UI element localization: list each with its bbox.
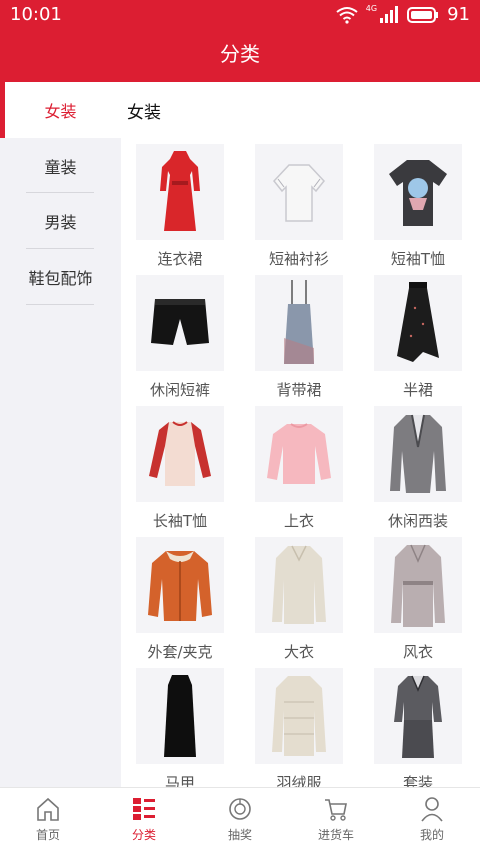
tab-label: 首页 (35, 828, 60, 842)
header: 10:01 4G 91 分类 (0, 0, 480, 82)
category-item-dress[interactable]: 连衣裙 (136, 144, 224, 268)
signal-icon (380, 5, 399, 23)
category-item-label: 短袖T恤 (390, 250, 446, 268)
category-item-suit[interactable]: 套装 (374, 668, 462, 787)
category-item-top[interactable]: 上衣 (255, 406, 343, 530)
status-icons: 4G 91 (336, 4, 470, 25)
category-item-vest[interactable]: 马甲 (136, 668, 224, 787)
category-item-label: 套装 (402, 774, 433, 787)
category-sidebar: 女装 童装 男装 鞋包配饰 (0, 82, 121, 787)
category-item-coat[interactable]: 大衣 (255, 537, 343, 661)
tab-label: 我的 (419, 828, 444, 842)
page-title: 分类 (220, 42, 260, 66)
down-jacket-icon (255, 668, 343, 764)
sidebar-divider (26, 304, 94, 305)
graphic-tshirt-icon (374, 144, 462, 240)
category-item-label: 上衣 (283, 512, 314, 530)
cart-icon (325, 799, 347, 821)
vest-icon (136, 668, 224, 764)
strap-dress-icon (255, 275, 343, 371)
skirt-icon (374, 275, 462, 371)
profile-icon (421, 797, 443, 822)
sidebar-item-label: 鞋包配饰 (28, 269, 93, 288)
status-bar: 10:01 4G 91 (0, 0, 480, 30)
network-label: 4G (365, 4, 378, 13)
category-item-skirt[interactable]: 半裙 (374, 275, 462, 399)
category-item-label: 长袖T恤 (152, 512, 208, 530)
trench-coat-icon (374, 537, 462, 633)
tab-cart[interactable]: 进货车 (288, 788, 384, 853)
battery-level: 91 (447, 4, 470, 25)
sidebar-item-label: 童装 (44, 158, 77, 177)
battery-icon (407, 6, 439, 23)
coat-icon (255, 537, 343, 633)
black-shorts-icon (136, 275, 224, 371)
status-time: 10:01 (10, 4, 62, 25)
blazer-icon (374, 406, 462, 502)
sidebar-item-label: 女装 (44, 102, 77, 121)
tab-label: 分类 (131, 828, 156, 842)
section-title: 女装 (127, 103, 161, 123)
category-item-shorts[interactable]: 休闲短裤 (136, 275, 224, 399)
category-item-label: 休闲西装 (387, 512, 448, 530)
suit-icon (374, 668, 462, 764)
category-icon (133, 798, 155, 820)
white-blouse-icon (255, 144, 343, 240)
category-content: 女装 连衣裙 短袖衬衫 短袖T恤 休闲短裤 背带裙 半裙 长袖T恤 上衣 休闲西… (121, 82, 480, 787)
category-item-down[interactable]: 羽绒服 (255, 668, 343, 787)
category-item-blazer[interactable]: 休闲西装 (374, 406, 462, 530)
wifi-icon (336, 6, 358, 24)
category-item-label: 外套/夹克 (147, 643, 213, 661)
tab-category[interactable]: 分类 (96, 788, 192, 853)
category-item-jacket[interactable]: 外套/夹克 (136, 537, 224, 661)
tab-home[interactable]: 首页 (0, 788, 96, 853)
bottom-tab-bar: 首页 分类 抽奖 进货车 我的 (0, 787, 480, 853)
category-item-longsleeve[interactable]: 长袖T恤 (136, 406, 224, 530)
longsleeve-tee-icon (136, 406, 224, 502)
category-item-tshirt[interactable]: 短袖T恤 (374, 144, 462, 268)
red-dress-icon (136, 144, 224, 240)
home-icon (37, 797, 59, 821)
sidebar-item-womens[interactable]: 女装 (0, 82, 121, 138)
tab-profile[interactable]: 我的 (384, 788, 480, 853)
category-item-label: 背带裙 (276, 381, 322, 399)
category-item-label: 风衣 (402, 643, 433, 661)
app-root: 10:01 4G 91 分类 女装 童装 男装 鞋包配饰 女装 连衣裙 短袖衬衫… (0, 0, 480, 853)
category-item-label: 大衣 (283, 643, 314, 661)
jacket-icon (136, 537, 224, 633)
category-item-label: 马甲 (164, 774, 195, 787)
category-item-label: 连衣裙 (157, 250, 203, 268)
lottery-icon (229, 798, 251, 820)
category-item-label: 羽绒服 (276, 774, 322, 787)
tab-label: 进货车 (317, 828, 354, 842)
category-item-label: 半裙 (402, 381, 433, 399)
pink-sweater-icon (255, 406, 343, 502)
sidebar-item-label: 男装 (44, 213, 77, 232)
category-item-label: 休闲短裤 (149, 381, 210, 399)
tab-label: 抽奖 (227, 828, 252, 842)
sidebar-item-kids[interactable]: 童装 (0, 138, 121, 194)
category-item-trench[interactable]: 风衣 (374, 537, 462, 661)
category-item-blouse[interactable]: 短袖衬衫 (255, 144, 343, 268)
sidebar-item-shoes-bags[interactable]: 鞋包配饰 (0, 249, 121, 305)
category-item-strap-dress[interactable]: 背带裙 (255, 275, 343, 399)
sidebar-item-mens[interactable]: 男装 (0, 193, 121, 249)
category-item-label: 短袖衬衫 (268, 250, 329, 268)
tab-lottery[interactable]: 抽奖 (192, 788, 288, 853)
